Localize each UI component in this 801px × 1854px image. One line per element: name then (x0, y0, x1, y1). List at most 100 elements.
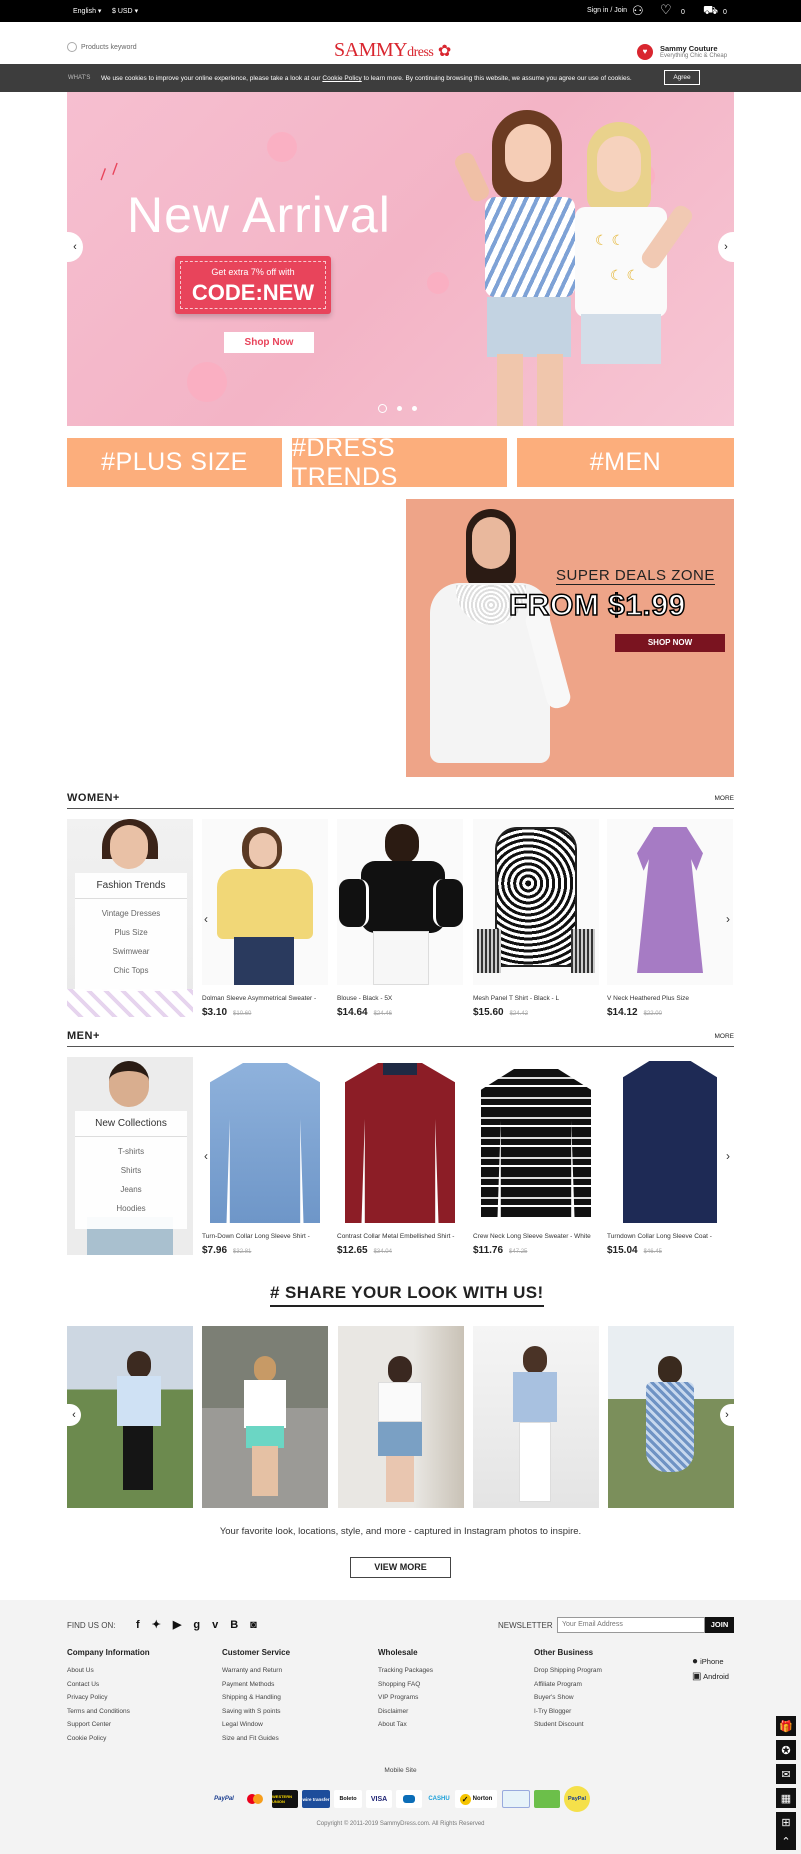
app-android-link[interactable]: ▣ Android (692, 1671, 729, 1682)
carousel-dot[interactable] (397, 406, 402, 411)
product-image[interactable] (337, 819, 463, 985)
footer-link[interactable]: Shipping & Handling (222, 1694, 290, 1701)
hero-banner[interactable]: ⸝⸝ New Arrival Get extra 7% off with COD… (67, 92, 734, 426)
googleplus-icon[interactable]: g (193, 1619, 212, 1631)
cart-icon[interactable]: ⛟ (703, 3, 718, 19)
product-name[interactable]: Turndown Collar Long Sleeve Coat - (607, 1233, 733, 1240)
product-name[interactable]: Turn-Down Collar Long Sleeve Shirt - (202, 1233, 328, 1240)
women-next-arrow[interactable]: › (719, 910, 737, 928)
product-name[interactable]: Mesh Panel T Shirt - Black - L (473, 995, 599, 1002)
footer-link[interactable]: Terms and Conditions (67, 1708, 150, 1715)
share-photo[interactable] (67, 1326, 193, 1508)
footer-link[interactable]: Tracking Packages (378, 1667, 433, 1674)
qr-code-icon[interactable]: ▦ (776, 1788, 796, 1808)
newsletter-join-button[interactable]: JOIN (705, 1617, 734, 1633)
women-cat-chic-tops[interactable]: Chic Tops (75, 966, 187, 975)
product-card[interactable]: Turn-Down Collar Long Sleeve Shirt - $7.… (202, 1057, 328, 1256)
women-more-link[interactable]: MORE (715, 795, 735, 802)
product-image[interactable] (202, 1057, 328, 1223)
footer-link[interactable]: Student Discount (534, 1721, 602, 1728)
product-card[interactable]: V Neck Heathered Plus Size $14.12 $22.00 (607, 819, 733, 1018)
super-deals-banner[interactable]: SUPER DEALS ZONE FROM $1.99 SHOP NOW (406, 499, 734, 777)
brand-name[interactable]: Sammy Couture (660, 44, 718, 53)
apps-icon[interactable]: ⊞ (776, 1812, 796, 1832)
facebook-icon[interactable]: f (136, 1619, 152, 1631)
footer-link[interactable]: Drop Shipping Program (534, 1667, 602, 1674)
language-select[interactable]: English ▾ (73, 7, 101, 15)
product-name[interactable]: V Neck Heathered Plus Size (607, 995, 733, 1002)
hero-next-arrow[interactable]: › (718, 232, 734, 262)
footer-link[interactable]: Cookie Policy (67, 1735, 150, 1742)
agree-button[interactable]: Agree (664, 70, 700, 85)
product-card[interactable]: Blouse - Black - 5X $14.64 $24.46 (337, 819, 463, 1018)
footer-link[interactable]: About Tax (378, 1721, 433, 1728)
deals-shop-now-button[interactable]: SHOP NOW (615, 634, 725, 652)
youtube-icon[interactable]: ▶ (173, 1619, 193, 1631)
footer-link[interactable]: Buyer's Show (534, 1694, 602, 1701)
footer-link[interactable]: Legal Window (222, 1721, 290, 1728)
share-photo[interactable] (338, 1326, 464, 1508)
footer-link[interactable]: Contact Us (67, 1681, 150, 1688)
product-image[interactable] (337, 1057, 463, 1223)
twitter-icon[interactable]: ✦ (152, 1619, 173, 1631)
share-photo[interactable] (202, 1326, 328, 1508)
instagram-icon[interactable]: ◙ (250, 1619, 269, 1631)
vk-icon[interactable]: v (212, 1619, 230, 1631)
product-card[interactable]: Turndown Collar Long Sleeve Coat - $15.0… (607, 1057, 733, 1256)
search-bar[interactable]: Products keyword (67, 42, 197, 56)
product-name[interactable]: Contrast Collar Metal Embellished Shirt … (337, 1233, 463, 1240)
footer-link[interactable]: Privacy Policy (67, 1694, 150, 1701)
shop-now-button[interactable]: Shop Now (224, 332, 314, 353)
footer-link[interactable]: Size and Fit Guides (222, 1735, 290, 1742)
carousel-dot[interactable] (412, 406, 417, 411)
cookie-policy-link[interactable]: Cookie Policy (322, 75, 361, 82)
women-category-card[interactable]: Fashion Trends Vintage Dresses Plus Size… (67, 819, 193, 1017)
product-image[interactable] (473, 819, 599, 985)
men-more-link[interactable]: MORE (715, 1033, 735, 1040)
currency-select[interactable]: $ USD ▾ (112, 7, 138, 15)
mobile-site-link[interactable]: Mobile Site (0, 1767, 801, 1774)
product-image[interactable] (202, 819, 328, 985)
men-category-card[interactable]: New Collections T-shirts Shirts Jeans Ho… (67, 1057, 193, 1255)
product-image[interactable] (473, 1057, 599, 1223)
footer-link[interactable]: Disclaimer (378, 1708, 433, 1715)
tile-dress-trends[interactable]: #DRESS TRENDS (292, 434, 507, 491)
gift-icon[interactable]: 🎁 (776, 1716, 796, 1736)
men-prev-arrow[interactable]: ‹ (197, 1147, 215, 1165)
tile-men[interactable]: #MEN (517, 438, 734, 487)
back-to-top-icon[interactable]: ⌃ (776, 1832, 796, 1850)
product-card[interactable]: Dolman Sleeve Asymmetrical Sweater - $3.… (202, 819, 328, 1018)
footer-link[interactable]: I-Try Blogger (534, 1708, 602, 1715)
product-name[interactable]: Blouse - Black - 5X (337, 995, 463, 1002)
footer-link[interactable]: Affiliate Program (534, 1681, 602, 1688)
men-cat-hoodies[interactable]: Hoodies (75, 1204, 187, 1213)
men-cat-jeans[interactable]: Jeans (75, 1185, 187, 1194)
footer-link[interactable]: VIP Programs (378, 1694, 433, 1701)
men-next-arrow[interactable]: › (719, 1147, 737, 1165)
footer-link[interactable]: Warranty and Return (222, 1667, 290, 1674)
product-image[interactable] (607, 819, 733, 985)
women-cat-swimwear[interactable]: Swimwear (75, 947, 187, 956)
footer-link[interactable]: Support Center (67, 1721, 150, 1728)
product-name[interactable]: Crew Neck Long Sleeve Sweater - White (473, 1233, 599, 1240)
tile-plus-size[interactable]: #PLUS SIZE (67, 438, 282, 487)
men-cat-tshirts[interactable]: T-shirts (75, 1147, 187, 1156)
footer-link[interactable]: Payment Methods (222, 1681, 290, 1688)
women-cat-vintage[interactable]: Vintage Dresses (75, 909, 187, 918)
app-iphone-link[interactable]: ● iPhone (692, 1656, 724, 1667)
product-image[interactable] (607, 1057, 733, 1223)
women-prev-arrow[interactable]: ‹ (197, 910, 215, 928)
footer-link[interactable]: About Us (67, 1667, 150, 1674)
newsletter-email-input[interactable]: Your Email Address (557, 1617, 705, 1633)
product-card[interactable]: Contrast Collar Metal Embellished Shirt … (337, 1057, 463, 1256)
help-icon[interactable]: ✪ (776, 1740, 796, 1760)
product-card[interactable]: Mesh Panel T Shirt - Black - L $15.60 $24… (473, 819, 599, 1018)
women-cat-plus[interactable]: Plus Size (75, 928, 187, 937)
blogger-icon[interactable]: B (230, 1619, 250, 1631)
carousel-dot-active[interactable] (378, 404, 387, 413)
product-name[interactable]: Dolman Sleeve Asymmetrical Sweater - (202, 995, 328, 1002)
men-cat-shirts[interactable]: Shirts (75, 1166, 187, 1175)
share-photo[interactable] (473, 1326, 599, 1508)
share-photo[interactable] (608, 1326, 734, 1508)
site-logo[interactable]: SAMMYdress ✿ (334, 39, 451, 62)
